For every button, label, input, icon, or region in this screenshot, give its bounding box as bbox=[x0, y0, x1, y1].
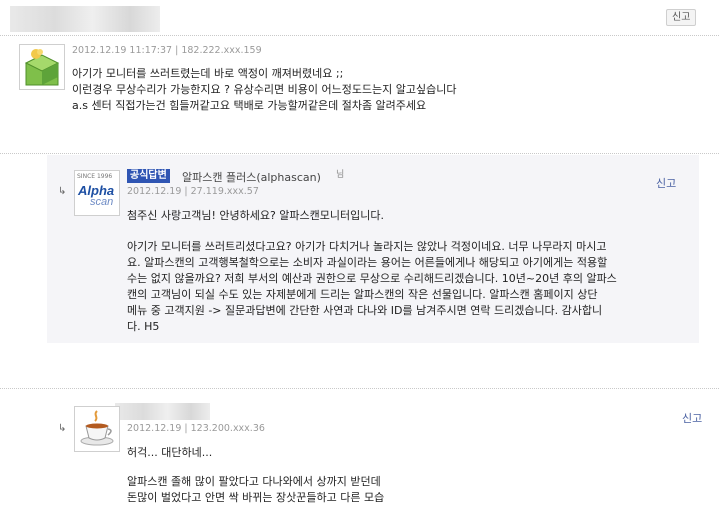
alphascan-logo: SINCE 1996 Alpha scan bbox=[74, 170, 120, 216]
report-button-top[interactable]: 신고 bbox=[666, 9, 697, 26]
answer-line: 요. 알파스캔의 고객행복철학으로는 소비자 과실이라는 용어는 어른들에게나 … bbox=[127, 256, 608, 269]
divider bbox=[0, 388, 719, 389]
answer-meta: 2012.12.19 | 27.119.xxx.57 bbox=[127, 186, 259, 197]
question-body: 아기가 모니터를 쓰러트렸는데 바로 액정이 깨져버렸네요 ;; 이런경우 무상… bbox=[72, 66, 457, 114]
question-line: 아기가 모니터를 쓰러트렸는데 바로 액정이 깨져버렸네요 ;; bbox=[72, 67, 344, 80]
logo-scan-text: scan bbox=[90, 196, 114, 208]
reply-meta: 2012.12.19 | 123.200.xxx.36 bbox=[127, 423, 265, 434]
answer-line: 다. H5 bbox=[127, 320, 160, 333]
gift-box-icon bbox=[24, 49, 60, 86]
answer-body: 아기가 모니터를 쓰러트리셨다고요? 아기가 다치거나 놀라지는 않았나 걱정이… bbox=[127, 239, 617, 335]
answerer-name[interactable]: 알파스캔 플러스(alphascan) bbox=[182, 169, 321, 185]
question-line: 이런경우 무상수리가 가능한지요 ? 유상수리면 비용이 어느정도드는지 알고싶… bbox=[72, 83, 457, 96]
question-meta: 2012.12.19 11:17:37 | 182.222.xxx.159 bbox=[72, 45, 262, 56]
question-line: a.s 센터 직접가는건 힘들꺼같고요 택배로 가능할꺼같은데 절차좀 알려주세… bbox=[72, 99, 427, 112]
logo-small-text: SINCE 1996 bbox=[77, 173, 113, 180]
answer-line: 수는 없지 않을까요? 저희 부서의 예산과 권한으로 무상으로 수리해드리겠습… bbox=[127, 272, 617, 285]
answer-line: 캔의 고객님이 되실 수도 있는 자제분에게 드리는 알파스캔의 작은 선물입니… bbox=[127, 288, 598, 301]
answer-greeting: 첨주신 사랑고객님! 안녕하세요? 알파스캔모니터입니다. bbox=[127, 209, 384, 222]
answer-line: 메뉴 중 고객지원 -> 질문과답변에 간단한 사연과 다나와 ID를 남겨주시… bbox=[127, 304, 603, 317]
reply-arrow-icon: ↳ bbox=[58, 423, 67, 434]
blurred-username-reply bbox=[115, 403, 210, 420]
reply-line: 허걱... 대단하네... bbox=[127, 446, 213, 459]
reply-line: 알파스캔 졸해 많이 팔았다고 다나와에서 상까지 받던데 bbox=[127, 475, 381, 488]
answerer-name-suffix: 님 bbox=[336, 170, 345, 180]
avatar-tea-cup bbox=[74, 406, 120, 452]
reply-line: 돈많이 벌었다고 안면 싹 바뀌는 장삿꾼들하고 다른 모습 bbox=[127, 491, 385, 504]
reply-body-1: 허걱... 대단하네... bbox=[127, 445, 212, 461]
tea-cup-icon bbox=[80, 410, 114, 446]
divider bbox=[0, 35, 719, 36]
reply-arrow-icon: ↳ bbox=[58, 186, 67, 197]
answer-line: 아기가 모니터를 쓰러트리셨다고요? 아기가 다치거나 놀라지는 않았나 걱정이… bbox=[127, 240, 607, 253]
divider bbox=[0, 153, 719, 154]
blurred-username-top bbox=[10, 6, 160, 32]
report-link-answer[interactable]: 신고 bbox=[656, 175, 676, 191]
reply-body-2: 알파스캔 졸해 많이 팔았다고 다나와에서 상까지 받던데 돈많이 벌었다고 안… bbox=[127, 474, 384, 506]
official-answer-badge: 공식답변 bbox=[127, 169, 170, 183]
avatar-gift-box bbox=[19, 44, 65, 90]
report-link-reply[interactable]: 신고 bbox=[682, 410, 702, 426]
